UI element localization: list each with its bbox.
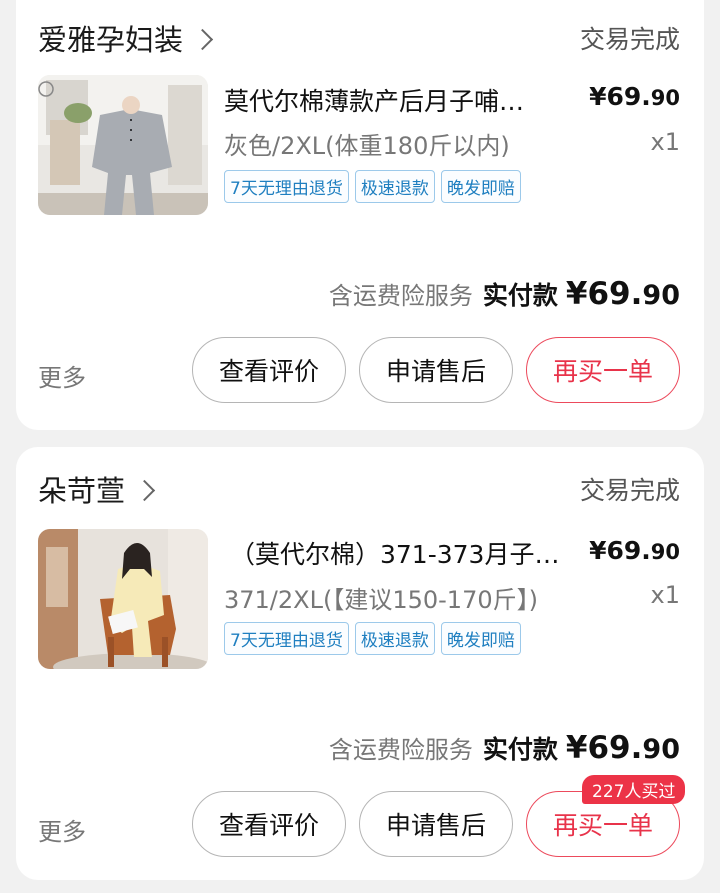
after-sale-button[interactable]: 申请售后 (359, 337, 513, 403)
product-quantity: x1 (650, 128, 680, 156)
chevron-right-icon (191, 28, 214, 50)
tag-late-compensation: 晚发即赔 (440, 622, 521, 655)
product-quantity: x1 (650, 581, 680, 609)
shipping-insurance-text: 含运费险服务 (328, 282, 473, 310)
price-main: ¥69. (589, 536, 651, 565)
price-main: ¥69. (589, 82, 651, 111)
paid-amount: ¥69.90 (566, 730, 680, 766)
view-review-button[interactable]: 查看评价 (192, 337, 346, 403)
paid-main: ¥69. (565, 276, 643, 312)
order-card[interactable]: 朵苛萱 交易完成 （莫代尔棉）371-373月子… ¥69.90 371/2XL… (16, 447, 704, 880)
payment-summary: 含运费险服务 实付款 ¥69.90 (329, 730, 680, 766)
view-review-button[interactable]: 查看评价 (192, 791, 346, 857)
product-title[interactable]: 莫代尔棉薄款产后月子哺… (224, 82, 524, 118)
tag-late-compensation: 晚发即赔 (440, 170, 521, 203)
payment-summary: 含运费险服务 实付款 ¥69.90 (329, 276, 680, 312)
paid-label: 实付款 (482, 735, 558, 764)
chevron-right-icon (133, 479, 156, 501)
more-button[interactable]: 更多 (38, 358, 86, 393)
paid-main: ¥69. (565, 730, 643, 766)
shop-name: 爱雅孕妇装 (38, 23, 184, 57)
product-title[interactable]: （莫代尔棉）371-373月子… (230, 535, 559, 571)
after-sale-button[interactable]: 申请售后 (359, 791, 513, 857)
shipping-insurance-text: 含运费险服务 (328, 736, 473, 764)
tag-refund: 极速退款 (354, 170, 435, 203)
more-button[interactable]: 更多 (38, 812, 86, 847)
product-price: ¥69.90 (589, 536, 680, 565)
shop-name: 朵苛萱 (38, 474, 126, 508)
buy-again-button[interactable]: 再买一单 (526, 337, 680, 403)
service-tags: 7天无理由退货 极速退款 晚发即赔 (224, 622, 521, 655)
paid-label: 实付款 (482, 281, 558, 310)
price-decimal: 90 (650, 86, 680, 110)
order-status: 交易完成 (579, 25, 680, 54)
product-price: ¥69.90 (589, 82, 680, 111)
product-variant: 371/2XL(【建议150-170斤】) (224, 586, 538, 614)
paid-decimal: 90 (642, 280, 680, 311)
tag-refund: 极速退款 (354, 622, 435, 655)
product-image[interactable] (38, 529, 208, 669)
product-image[interactable] (38, 75, 208, 215)
tag-return: 7天无理由退货 (224, 622, 349, 655)
service-tags: 7天无理由退货 极速退款 晚发即赔 (224, 170, 521, 203)
paid-decimal: 90 (642, 734, 680, 765)
order-status: 交易完成 (579, 476, 680, 505)
price-decimal: 90 (650, 540, 680, 564)
shop-link[interactable]: 朵苛萱 (38, 469, 156, 509)
shop-link[interactable]: 爱雅孕妇装 (38, 18, 214, 58)
tag-return: 7天无理由退货 (224, 170, 349, 203)
bought-count-badge: 227人买过 (582, 775, 686, 804)
paid-amount: ¥69.90 (566, 276, 680, 312)
product-variant: 灰色/2XL(体重180斤以内) (224, 132, 510, 160)
order-card[interactable]: 爱雅孕妇装 交易完成 莫代尔棉薄款产后月子哺… ¥69.90 灰色/2XL(体重… (16, 0, 704, 430)
